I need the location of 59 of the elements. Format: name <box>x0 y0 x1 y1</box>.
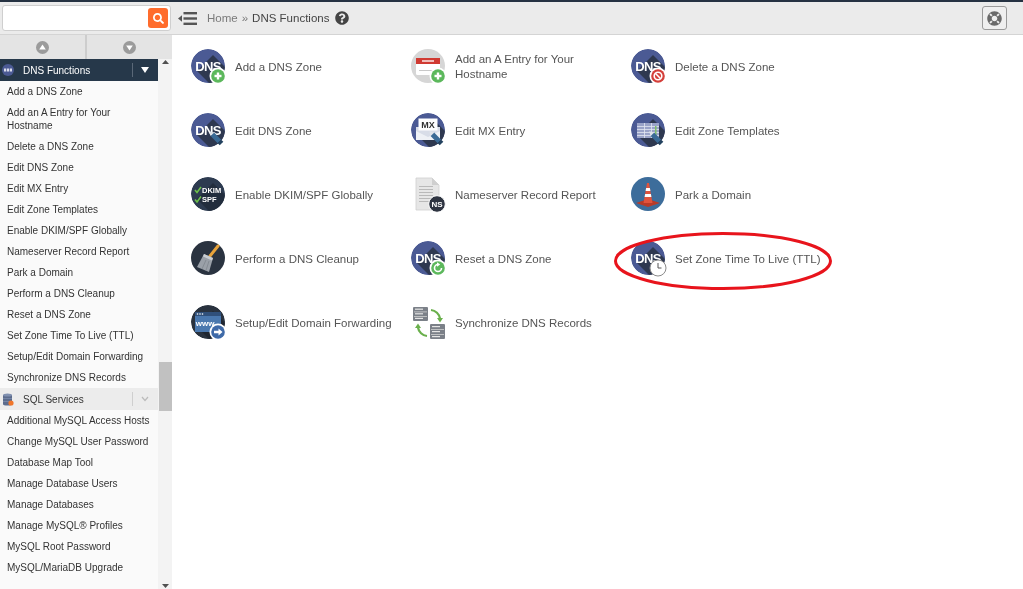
down-circle-icon <box>123 40 136 54</box>
sidebar-link[interactable]: Manage Database Users <box>0 473 158 494</box>
name-tag-plus-icon <box>411 49 447 85</box>
menu-icon[interactable] <box>178 10 197 26</box>
sidebar-section-header[interactable]: DNS Functions <box>0 59 158 81</box>
search-field[interactable] <box>2 5 171 31</box>
function-link[interactable]: Add an A Entry for Your Hostname <box>411 49 621 85</box>
breadcrumb-current: DNS Functions <box>252 12 330 24</box>
sidebar-link[interactable]: Delete a DNS Zone <box>0 136 158 157</box>
function-link[interactable]: Synchronize DNS Records <box>411 305 592 341</box>
sidebar-link[interactable]: Reset a DNS Zone <box>0 304 158 325</box>
database-icon <box>2 392 14 406</box>
sidebar-link[interactable]: Nameserver Record Report <box>0 241 158 262</box>
sidebar-link[interactable]: MySQL Root Password <box>0 536 158 557</box>
caret-down-icon <box>141 67 149 73</box>
function-link[interactable]: www. Setup/Edit Domain Forwarding <box>191 305 392 341</box>
function-link[interactable]: Park a Domain <box>631 177 752 213</box>
support-button[interactable] <box>982 6 1007 30</box>
sidebar-link[interactable]: Setup/Edit Domain Forwarding <box>0 346 158 367</box>
sidebar-link[interactable]: Synchronize DNS Records <box>0 367 158 388</box>
sidebar-link[interactable]: Additional MySQL Access Hosts <box>0 410 158 431</box>
sidebar-link[interactable]: MySQL/MariaDB Upgrade <box>0 557 158 578</box>
sidebar-link[interactable]: Database Map Tool <box>0 452 158 473</box>
sidebar-link[interactable]: Perform a DNS Cleanup <box>0 283 158 304</box>
sidebar-link[interactable]: Park a Domain <box>0 262 158 283</box>
table-pencil-icon <box>631 113 667 149</box>
up-circle-icon <box>36 40 49 54</box>
sidebar-link[interactable]: Edit MX Entry <box>0 178 158 199</box>
search-button[interactable] <box>148 8 168 28</box>
function-link[interactable]: NS Nameserver Record Report <box>411 177 596 213</box>
scroll-down-arrow-icon[interactable] <box>161 584 169 588</box>
sidebar-link[interactable]: Manage Databases <box>0 494 158 515</box>
help-icon[interactable] <box>335 11 350 25</box>
function-link[interactable]: Edit Zone Templates <box>631 113 780 149</box>
search-icon <box>152 12 164 24</box>
traffic-cone-icon <box>631 177 667 213</box>
breadcrumb-separator: » <box>241 12 249 24</box>
function-link[interactable]: DNS Edit DNS Zone <box>191 113 312 149</box>
broom-icon <box>191 241 227 277</box>
breadcrumb-link[interactable]: Home <box>207 12 238 24</box>
envelope-pencil-icon: MX <box>411 113 447 149</box>
function-link[interactable]: MX Edit MX Entry <box>411 113 526 149</box>
sidebar-link[interactable]: Change MySQL User Password <box>0 431 158 452</box>
sidebar-link[interactable]: Set Zone Time To Live (TTL) <box>0 325 158 346</box>
sidebar-link[interactable]: Enable DKIM/SPF Globally <box>0 220 158 241</box>
sidebar-link[interactable]: Add a DNS Zone <box>0 81 158 102</box>
dns-pencil-icon: DNS <box>191 113 227 149</box>
scrollbar-thumb[interactable] <box>158 362 172 411</box>
server-sync-icon <box>411 305 447 341</box>
chevron-down-icon <box>141 396 149 402</box>
scroll-up-arrow-icon[interactable] <box>161 60 169 64</box>
sidebar-link[interactable]: Manage MySQL® Profiles <box>0 515 158 536</box>
function-link[interactable]: Perform a DNS Cleanup <box>191 241 359 277</box>
round-logo-icon <box>2 64 14 76</box>
sidebar-link[interactable]: Edit Zone Templates <box>0 199 158 220</box>
sidebar-link[interactable]: Add an A Entry for Your Hostname <box>0 102 158 136</box>
sidebar-section-header[interactable]: SQL Services <box>0 388 158 410</box>
sidebar-link[interactable]: Edit DNS Zone <box>0 157 158 178</box>
lifebuoy-icon <box>987 10 1002 26</box>
